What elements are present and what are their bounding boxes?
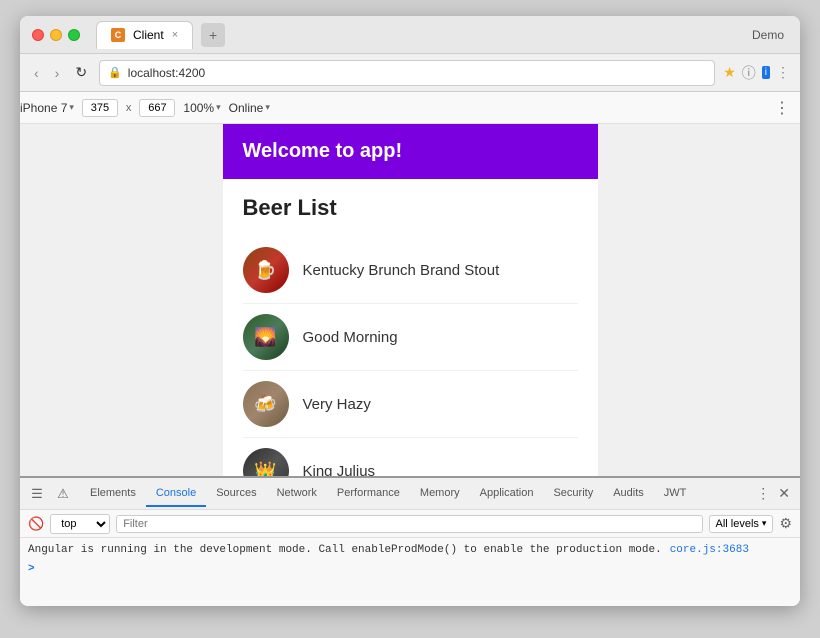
zoom-level: 100% xyxy=(183,101,214,115)
zoom-chevron-icon: ▾ xyxy=(216,102,221,113)
beer-name: Kentucky Brunch Brand Stout xyxy=(303,262,500,279)
url-bar[interactable]: 🔒 localhost:4200 xyxy=(99,60,715,86)
devtools-tab-performance[interactable]: Performance xyxy=(327,481,410,507)
back-button[interactable]: ‹ xyxy=(30,63,43,83)
height-input[interactable] xyxy=(139,99,175,117)
devtools-console-icon[interactable]: ⚠ xyxy=(52,483,74,505)
console-log-line: Angular is running in the development mo… xyxy=(28,542,792,559)
devtools-toolbar: 🚫 top All levels ▾ ⚙ xyxy=(20,510,800,538)
levels-chevron-icon: ▾ xyxy=(762,518,767,529)
console-prompt-icon: > xyxy=(28,561,35,578)
beer-name: Very Hazy xyxy=(303,396,371,413)
devtools-close-button[interactable]: ✕ xyxy=(774,481,794,506)
viewport-inner: Welcome to app! Beer List 🍺 Kentucky Brun… xyxy=(20,124,800,476)
browser-window: C Client × + Demo ‹ › ↻ 🔒 localhost:4200… xyxy=(20,16,800,606)
beer-list-title: Beer List xyxy=(243,195,578,221)
beer-name: King Julius xyxy=(303,463,376,477)
devtools-icon-buttons: ☰ ⚠ xyxy=(26,483,74,505)
viewport-area: Welcome to app! Beer List 🍺 Kentucky Brun… xyxy=(20,124,800,476)
device-select[interactable]: iPhone 7 ▾ xyxy=(20,101,74,115)
online-chevron-icon: ▾ xyxy=(265,102,270,113)
devtools-tab-list: ElementsConsoleSourcesNetworkPerformance… xyxy=(80,481,696,507)
devtools-tab-network[interactable]: Network xyxy=(267,481,327,507)
filter-input[interactable] xyxy=(116,515,702,533)
app-header: Welcome to app! xyxy=(223,124,598,179)
devtools-tab-application[interactable]: Application xyxy=(470,481,544,507)
tab-bar: C Client × + xyxy=(96,21,752,49)
devtools-console: Angular is running in the development mo… xyxy=(20,538,800,606)
address-bar: ‹ › ↻ 🔒 localhost:4200 ★ ⓘ i ⋮ xyxy=(20,54,800,92)
beer-avatar: 👑 xyxy=(243,448,289,476)
lock-icon: 🔒 xyxy=(108,66,122,79)
levels-label: All levels xyxy=(716,518,759,530)
devtools-elements-icon[interactable]: ☰ xyxy=(26,483,48,505)
demo-label: Demo xyxy=(752,28,784,42)
devtools-settings-icon[interactable]: ⚙ xyxy=(779,515,792,532)
bookmark-icon[interactable]: ★ xyxy=(723,64,736,81)
mobile-frame: Welcome to app! Beer List 🍺 Kentucky Brun… xyxy=(223,124,598,476)
beer-avatar: 🍻 xyxy=(243,381,289,427)
beer-item[interactable]: 🍺 Kentucky Brunch Brand Stout xyxy=(243,237,578,304)
beer-list: 🍺 Kentucky Brunch Brand Stout 🌄 Good Mornin… xyxy=(243,237,578,476)
device-toolbar: iPhone 7 ▾ x 100% ▾ Online ▾ ⋮ xyxy=(20,92,800,124)
title-bar: C Client × + Demo xyxy=(20,16,800,54)
tab-close-button[interactable]: × xyxy=(172,29,178,41)
devtools-tab-elements[interactable]: Elements xyxy=(80,481,146,507)
devtools-panel: ☰ ⚠ ElementsConsoleSourcesNetworkPerform… xyxy=(20,476,800,606)
tab-favicon: C xyxy=(111,28,125,42)
menu-icon[interactable]: ⋮ xyxy=(776,64,790,81)
info-icon[interactable]: ⓘ xyxy=(742,63,756,83)
beer-item[interactable]: 🍻 Very Hazy xyxy=(243,371,578,438)
devtools-tab-sources[interactable]: Sources xyxy=(206,481,266,507)
app-body: Beer List 🍺 Kentucky Brunch Brand Stout 🌄 G… xyxy=(223,179,598,476)
devtools-tab-audits[interactable]: Audits xyxy=(603,481,654,507)
online-select[interactable]: Online ▾ xyxy=(229,101,270,115)
forward-button[interactable]: › xyxy=(51,63,64,83)
close-window-button[interactable] xyxy=(32,29,44,41)
browser-tab[interactable]: C Client × xyxy=(96,21,193,49)
maximize-window-button[interactable] xyxy=(68,29,80,41)
beer-name: Good Morning xyxy=(303,329,398,346)
clear-console-icon[interactable]: 🚫 xyxy=(28,516,44,532)
beer-item[interactable]: 🌄 Good Morning xyxy=(243,304,578,371)
tab-title: Client xyxy=(133,28,164,42)
devtools-tab-console[interactable]: Console xyxy=(146,481,206,507)
toolbar-more-icon[interactable]: ⋮ xyxy=(774,98,790,118)
beer-avatar: 🍺 xyxy=(243,247,289,293)
beer-avatar: 🌄 xyxy=(243,314,289,360)
refresh-button[interactable]: ↻ xyxy=(71,62,91,83)
dimension-separator: x xyxy=(126,102,132,114)
device-name: iPhone 7 xyxy=(20,101,67,115)
devtools-tab-jwt[interactable]: JWT xyxy=(654,481,697,507)
minimize-window-button[interactable] xyxy=(50,29,62,41)
console-message: Angular is running in the development mo… xyxy=(28,542,662,559)
url-text: localhost:4200 xyxy=(128,66,706,80)
new-tab-button[interactable]: + xyxy=(201,23,225,47)
online-label: Online xyxy=(229,101,264,115)
levels-select[interactable]: All levels ▾ xyxy=(709,515,774,533)
devtools-tabs: ☰ ⚠ ElementsConsoleSourcesNetworkPerform… xyxy=(20,478,800,510)
app-header-text: Welcome to app! xyxy=(243,140,403,162)
context-select[interactable]: top xyxy=(50,514,110,534)
devtools-more-icon[interactable]: ⋮ xyxy=(752,481,774,506)
width-input[interactable] xyxy=(82,99,118,117)
beer-item[interactable]: 👑 King Julius xyxy=(243,438,578,476)
devtools-tab-memory[interactable]: Memory xyxy=(410,481,470,507)
traffic-lights xyxy=(32,29,80,41)
console-prompt-line: > xyxy=(28,559,792,578)
zoom-select[interactable]: 100% ▾ xyxy=(183,101,220,115)
device-chevron-icon: ▾ xyxy=(69,102,74,113)
address-icons: ★ ⓘ i ⋮ xyxy=(723,63,790,83)
console-source-link[interactable]: core.js:3683 xyxy=(670,542,749,559)
devtools-tab-security[interactable]: Security xyxy=(543,481,603,507)
extension-icon[interactable]: i xyxy=(762,66,770,79)
